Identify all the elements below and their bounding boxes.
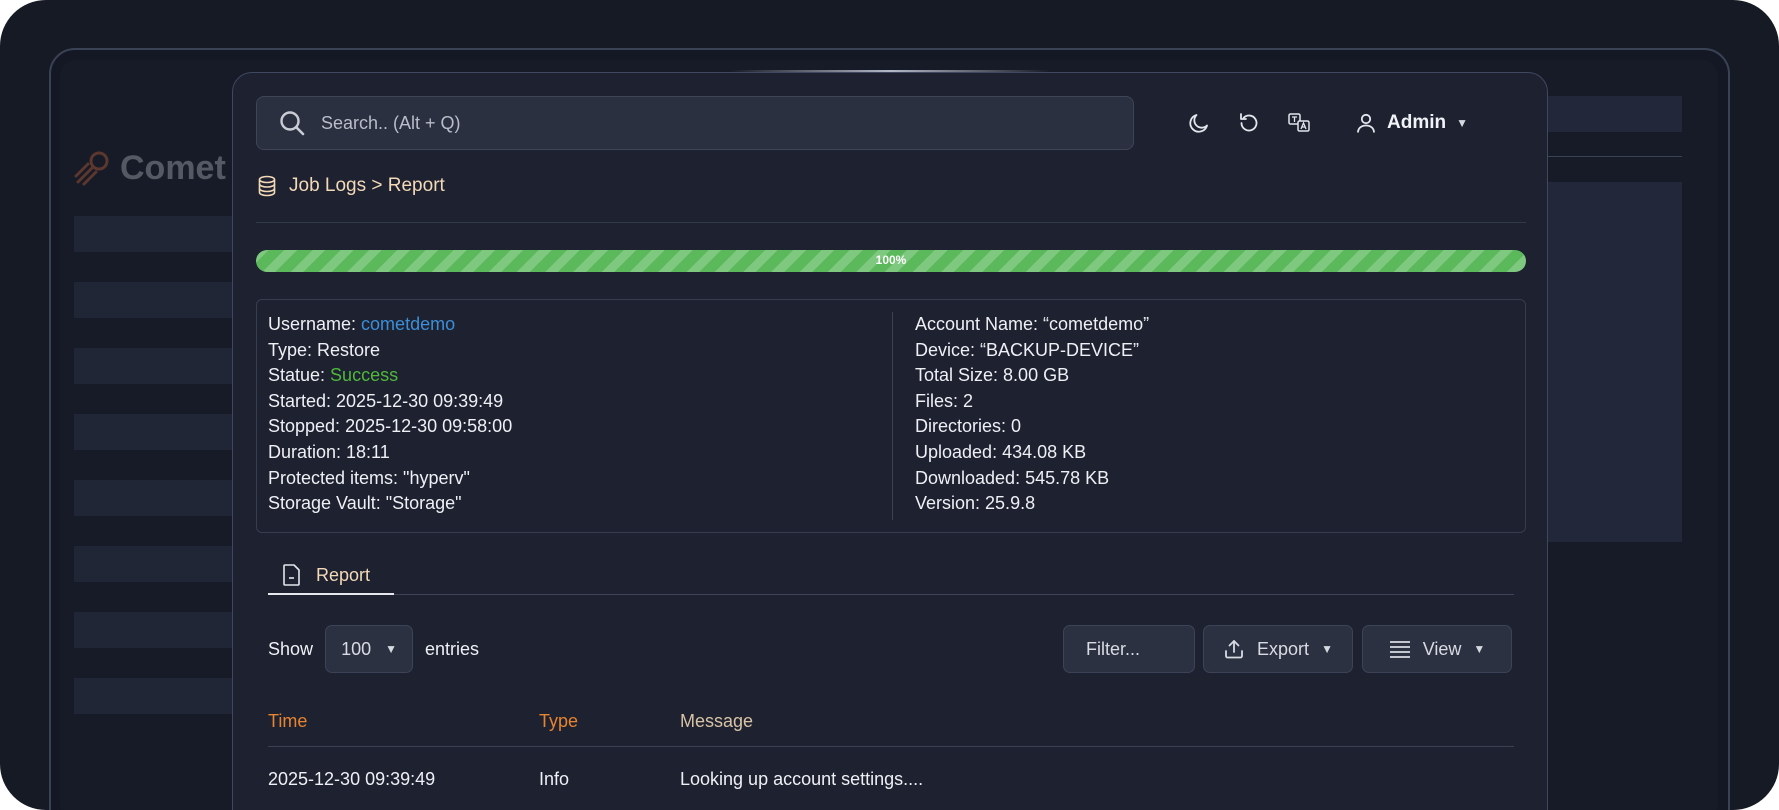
comet-logo-icon: [74, 151, 109, 186]
entries-control: Show 100 ▼ entries: [268, 625, 479, 673]
background-panel: [1540, 182, 1682, 542]
user-name: Admin: [1387, 112, 1447, 133]
background-nav-item: [74, 282, 234, 318]
background-nav-item: [74, 216, 234, 252]
background-header-block: [1540, 96, 1682, 132]
background-nav-item: [74, 678, 234, 714]
detail-label: Username:: [268, 314, 362, 334]
moon-icon[interactable]: [1185, 103, 1213, 143]
column-header-time[interactable]: Time: [268, 711, 307, 732]
detail-storage-vault: Storage Vault: "Storage": [268, 493, 462, 514]
divider: [256, 222, 1526, 223]
translate-icon[interactable]: [1285, 103, 1313, 143]
chevron-down-icon: ▼: [385, 642, 397, 656]
entries-value: 100: [341, 638, 372, 659]
upload-icon: [1225, 640, 1243, 659]
user-menu[interactable]: Admin ▼: [1355, 103, 1468, 143]
job-details-panel: Username: cometdemo Type: Restore Statue…: [256, 299, 1526, 533]
detail-status: Statue: Success: [268, 363, 512, 389]
progress-label: 100%: [875, 253, 907, 267]
background-nav-item: [74, 546, 234, 582]
chevron-down-icon: ▼: [1456, 116, 1468, 130]
toolbar-icons: [1185, 103, 1335, 143]
search-input[interactable]: Search.. (Alt + Q): [321, 113, 461, 134]
status-value: Success: [330, 365, 399, 386]
breadcrumb: Job Logs > Report: [257, 175, 445, 197]
search-bar[interactable]: Search.. (Alt + Q): [256, 96, 1134, 150]
detail-files: Files: 2: [915, 390, 974, 411]
detail-stopped: Stopped: 2025-12-30 09:58:00: [268, 416, 513, 437]
database-icon: [258, 175, 276, 197]
tab-bar: Report: [268, 563, 1514, 595]
show-label: Show: [268, 638, 314, 659]
detail-total-size: Total Size: 8.00 GB: [915, 365, 1070, 386]
background-nav-item: [74, 414, 234, 450]
background-divider: [1540, 156, 1682, 157]
list-icon: [1389, 641, 1410, 658]
username-link[interactable]: cometdemo: [361, 314, 455, 334]
cell-time: 2025-12-30 09:39:49: [268, 769, 436, 789]
background-nav-item: [74, 348, 234, 384]
breadcrumb-text[interactable]: Job Logs > Report: [289, 175, 445, 197]
column-header-type[interactable]: Type: [539, 711, 578, 732]
detail-account-name: Account Name: “cometdemo”: [915, 314, 1150, 334]
progress-bar: 100%: [256, 250, 1526, 272]
entries-select[interactable]: 100 ▼: [325, 625, 414, 673]
job-report-window: Search.. (Alt + Q) Admin ▼ Job Logs > Re…: [232, 72, 1548, 810]
detail-username: Username: cometdemo: [268, 312, 512, 338]
table-header: Time Type Message: [268, 711, 1514, 747]
detail-downloaded: Downloaded: 545.78 KB: [915, 467, 1110, 488]
user-icon: [1357, 113, 1375, 133]
tab-report[interactable]: Report: [268, 563, 394, 595]
detail-duration: Duration: 18:11: [268, 441, 390, 462]
export-button[interactable]: Export ▼: [1203, 625, 1353, 673]
view-label: View: [1422, 638, 1462, 659]
background-nav-item: [74, 612, 234, 648]
refresh-icon[interactable]: [1235, 103, 1263, 143]
job-details-left: Username: cometdemo Type: Restore Statue…: [268, 312, 512, 517]
column-header-message[interactable]: Message: [680, 711, 753, 732]
background-nav-item: [74, 480, 234, 516]
detail-device: Device: “BACKUP-DEVICE”: [915, 339, 1140, 360]
detail-version: Version: 25.9.8: [915, 493, 1036, 514]
document-icon: [283, 564, 300, 586]
cell-message: Looking up account settings....: [680, 769, 924, 789]
view-button[interactable]: View ▼: [1362, 625, 1512, 673]
device-frame: Comet I Search.. (Alt + Q) Admin ▼ Job L…: [0, 0, 1779, 810]
entries-label: entries: [425, 638, 480, 659]
filter-placeholder: Filter...: [1086, 638, 1141, 659]
tab-report-label: Report: [316, 565, 371, 585]
filter-input[interactable]: Filter...: [1063, 625, 1195, 673]
detail-label: Statue:: [268, 365, 331, 386]
detail-protected-items: Protected items: "hyperv": [268, 467, 470, 488]
chevron-down-icon: ▼: [1473, 642, 1486, 656]
window-highlight: [730, 70, 1050, 72]
column-divider: [892, 312, 893, 520]
detail-type: Type: Restore: [268, 339, 381, 360]
background-logo: Comet I: [72, 142, 245, 194]
background-logo-text: Comet I: [120, 148, 245, 187]
chevron-down-icon: ▼: [1321, 642, 1333, 656]
job-details-right: Account Name: “cometdemo” Device: “BACKU…: [915, 312, 1149, 517]
export-label: Export: [1257, 638, 1310, 659]
search-icon: [280, 111, 305, 136]
cell-type: Info: [539, 769, 570, 789]
detail-started: Started: 2025-12-30 09:39:49: [268, 390, 504, 411]
detail-directories: Directories: 0: [915, 416, 1022, 437]
table-row: 2025-12-30 09:39:49 Info Looking up acco…: [268, 769, 1514, 805]
detail-uploaded: Uploaded: 434.08 KB: [915, 441, 1087, 462]
